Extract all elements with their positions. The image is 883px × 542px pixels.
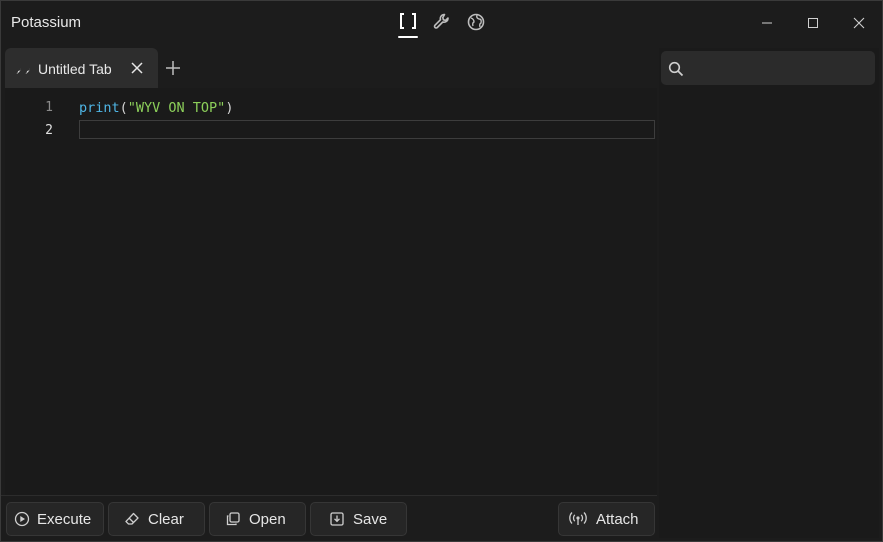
current-line-highlight <box>79 120 655 139</box>
attach-button[interactable]: Attach <box>558 502 655 536</box>
editor-brackets-icon[interactable] <box>395 9 421 38</box>
action-bar: Execute Clear Open Save Attach <box>1 495 657 541</box>
app-window: Potassium Untitled Tab 1 2 print("WYV ON… <box>0 0 883 542</box>
app-title: Potassium <box>11 14 82 31</box>
copy-icon <box>225 511 241 527</box>
play-circle-icon <box>14 511 30 527</box>
line-number: 2 <box>45 123 53 138</box>
search-box[interactable] <box>661 51 875 85</box>
save-label: Save <box>353 510 388 528</box>
broadcast-icon <box>568 511 588 527</box>
clear-label: Clear <box>148 510 184 528</box>
close-icon <box>853 17 865 29</box>
search-icon <box>668 61 684 82</box>
minimize-icon <box>762 22 772 24</box>
window-controls <box>744 1 882 45</box>
title-bar: Potassium <box>1 1 882 45</box>
attach-label: Attach <box>596 510 639 528</box>
maximize-icon <box>808 18 818 28</box>
eraser-icon <box>124 511 140 527</box>
top-nav <box>395 9 489 39</box>
tab-label: Untitled Tab <box>38 61 112 77</box>
clear-button[interactable]: Clear <box>108 502 205 536</box>
add-tab-icon[interactable] <box>165 60 181 76</box>
code-token-function: print <box>79 100 120 116</box>
line-number: 1 <box>45 100 53 115</box>
maximize-button[interactable] <box>790 1 836 45</box>
tab-close-icon[interactable] <box>129 60 145 76</box>
save-download-icon <box>329 511 345 527</box>
code-editor[interactable]: 1 2 print("WYV ON TOP") <box>5 88 657 495</box>
code-line: print("WYV ON TOP") <box>79 100 233 116</box>
code-token-string: "WYV ON TOP" <box>127 100 226 116</box>
wrench-icon[interactable] <box>429 9 455 37</box>
globe-icon[interactable] <box>463 9 489 37</box>
search-input[interactable] <box>691 55 871 83</box>
code-token-paren: ( <box>119 100 128 116</box>
minimize-button[interactable] <box>744 1 790 45</box>
open-button[interactable]: Open <box>209 502 306 536</box>
tab-untitled[interactable]: Untitled Tab <box>5 48 158 88</box>
code-token-paren: ) <box>225 100 234 116</box>
script-sidebar <box>659 48 879 538</box>
execute-button[interactable]: Execute <box>6 502 104 536</box>
open-label: Open <box>249 510 286 528</box>
close-button[interactable] <box>836 1 882 45</box>
save-button[interactable]: Save <box>310 502 407 536</box>
quote-icon <box>14 61 32 80</box>
execute-label: Execute <box>37 510 92 528</box>
